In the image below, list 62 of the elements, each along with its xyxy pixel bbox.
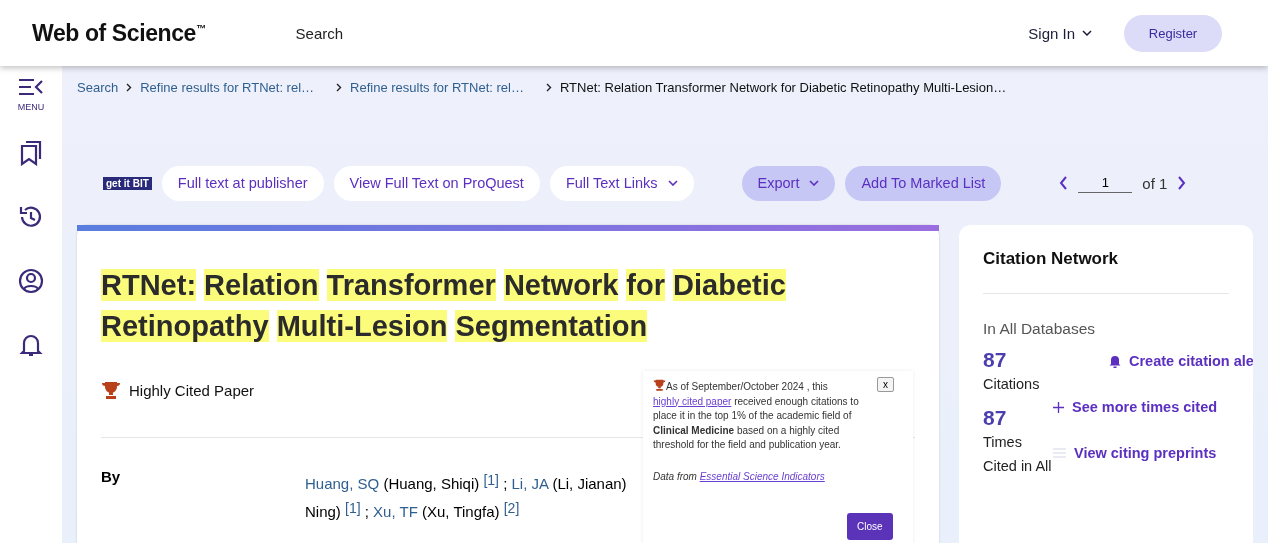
affiliation-link[interactable]: [1]	[345, 500, 361, 516]
full-text-link[interactable]: Full text at publisher	[161, 165, 324, 201]
profile-icon[interactable]	[18, 268, 44, 294]
author-name: (Li, Jianan)	[551, 475, 627, 492]
chevron-icon	[545, 82, 552, 92]
chevron-icon	[336, 82, 343, 92]
bookmarks-icon[interactable]	[19, 140, 43, 166]
full-text-link[interactable]: Full Text Links	[549, 165, 694, 201]
author-link[interactable]: Xu, TF	[373, 503, 418, 520]
close-button[interactable]: x	[877, 377, 894, 392]
next-icon[interactable]	[1177, 176, 1187, 190]
citation-link[interactable]: View citing preprints	[1053, 445, 1217, 461]
section-label: In All Databases	[983, 320, 1096, 338]
breadcrumb[interactable]: RTNet: Relation Transformer Network for Diabetic Retinopathy Multi-Lesion…	[559, 79, 1007, 95]
page-count: of 1	[1142, 174, 1168, 192]
author-name: (Xu, Tingfa)	[421, 503, 501, 520]
trophy-icon	[101, 381, 121, 399]
times-cited-count[interactable]: 87	[983, 406, 1053, 430]
logo[interactable]: Web of Science$^{™}$	[32, 19, 206, 47]
caret-icon	[667, 180, 678, 186]
author-name: ;	[363, 503, 370, 520]
close-button[interactable]: Close	[847, 513, 893, 540]
breadcrumb[interactable]: Refine results for RTNet: rel…	[140, 79, 315, 95]
highly-cited-label: Highly Cited Paper	[129, 381, 255, 399]
by-label: By	[101, 468, 122, 487]
breadcrumb[interactable]: Refine results for RTNet: rel…	[350, 79, 524, 95]
sign-in-button[interactable]: Sign In	[1022, 23, 1098, 43]
plus-icon	[1053, 401, 1064, 413]
author-link[interactable]: Li, JA	[511, 475, 549, 492]
history-icon[interactable]	[18, 204, 44, 230]
citation-link[interactable]: See more times cited	[1053, 399, 1218, 415]
popup-text: As of September/October 2024 , this highly cited paper received enough citations to place it in the top 1% of the academic field of Clinical Medicine based on a highly cited threshold for the field and publication year.	[653, 379, 860, 452]
citation-link[interactable]: Create citation ale	[1109, 353, 1253, 369]
author-name: (Huang, Shiqi)	[382, 475, 481, 492]
source-note: Data from Essential Science Indicators	[653, 470, 826, 482]
chevron-icon	[126, 82, 133, 92]
caret-icon	[809, 180, 820, 186]
caret-icon	[1082, 30, 1092, 36]
previous-icon[interactable]	[1059, 176, 1069, 190]
register-button[interactable]: Register	[1124, 14, 1222, 52]
menu-button[interactable]: MENU	[17, 78, 45, 112]
affiliation-link[interactable]: [2]	[503, 500, 520, 516]
search-link[interactable]: Search	[295, 24, 344, 42]
bell-icon[interactable]	[19, 332, 43, 358]
breadcrumb[interactable]: Search	[77, 79, 119, 95]
author-name: ;	[502, 475, 509, 492]
action-button[interactable]: Add To Marked List	[845, 165, 1002, 201]
times-cited-label: Times Cited in All	[983, 433, 1053, 476]
full-text-link[interactable]: View Full Text on ProQuest	[333, 165, 540, 201]
trophy-icon	[653, 379, 666, 391]
author-name: Ning)	[305, 503, 342, 520]
author-link[interactable]: Huang, SQ	[305, 475, 380, 492]
affiliation-link[interactable]: [1]	[483, 472, 499, 488]
citation-count[interactable]: 87	[983, 348, 1053, 372]
panel-title: Citation Network	[983, 249, 1120, 269]
citation-label: Citations	[983, 375, 1041, 394]
bell-icon	[1109, 354, 1121, 368]
action-button[interactable]: Export	[741, 165, 836, 201]
highly-cited-link[interactable]: highly cited paper	[653, 395, 732, 407]
page-field[interactable]: 1	[1078, 173, 1133, 193]
get-it-logo[interactable]: get it BIT	[103, 176, 152, 190]
source-link[interactable]: Essential Science Indicators	[699, 470, 825, 482]
